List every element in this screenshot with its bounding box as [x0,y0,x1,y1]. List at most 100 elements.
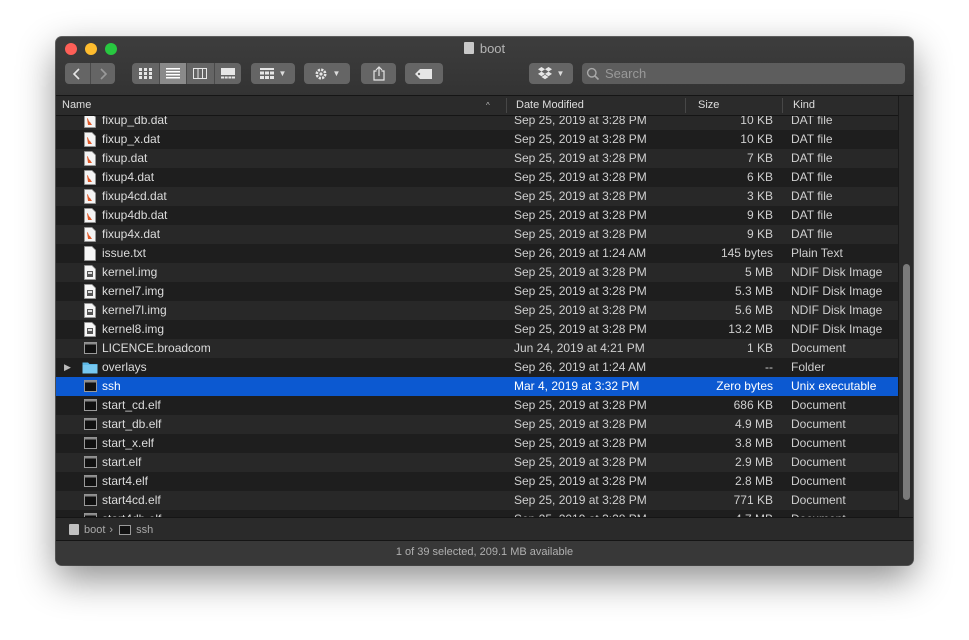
file-kind: Plain Text [791,246,843,260]
file-name: fixup4.dat [102,170,155,184]
file-size: 686 KB [733,398,773,412]
forward-icon [100,67,107,80]
path-root[interactable]: boot [84,524,105,536]
finder-window: boot ▼ ▼ ▼ Search Name ^ Date Modified S… [56,37,913,565]
column-divider[interactable] [685,98,686,113]
file-kind: Document [791,493,846,507]
file-row[interactable]: start4.elf Sep 25, 2019 at 3:28 PM 2.8 MB D… [56,472,899,491]
file-row[interactable]: ssh Mar 4, 2019 at 3:32 PM Zero bytes Unix … [56,377,899,396]
file-name: fixup4x.dat [102,227,161,241]
group-icon [259,68,274,79]
file-kind: Document [791,341,846,355]
share-button[interactable] [361,63,396,84]
file-size: 5.6 MB [734,303,773,317]
disk-icon [463,42,474,54]
file-row[interactable]: start_cd.elf Sep 25, 2019 at 3:28 PM 686 K… [56,396,899,415]
file-row[interactable]: start_x.elf Sep 25, 2019 at 3:28 PM 3.8 MB… [56,434,899,453]
file-size: 10 KB [740,132,773,146]
column-divider[interactable] [506,98,507,113]
action-button[interactable]: ▼ [304,63,350,84]
tag-button[interactable] [405,63,443,84]
file-row[interactable]: kernel8.img Sep 25, 2019 at 3:28 PM 13.2 M… [56,320,899,339]
column-header: Name ^ Date Modified Size Kind [56,96,899,116]
file-row[interactable]: fixup_db.dat Sep 25, 2019 at 3:28 PM 10 KB… [56,116,899,130]
dropbox-button[interactable]: ▼ [529,63,573,84]
file-name: overlays [102,360,147,374]
file-date-modified: Sep 25, 2019 at 3:28 PM [514,116,647,127]
file-kind: DAT file [791,151,833,165]
path-current[interactable]: ssh [136,524,153,536]
window-title: boot [56,41,913,57]
list-view-button[interactable] [159,63,187,84]
file-date-modified: Sep 25, 2019 at 3:28 PM [514,398,647,412]
status-bar: 1 of 39 selected, 209.1 MB available [56,540,913,565]
file-row[interactable]: kernel7.img Sep 25, 2019 at 3:28 PM 5.3 MB… [56,282,899,301]
back-button[interactable] [65,63,91,84]
file-name: ssh [102,379,121,393]
file-row[interactable]: fixup4cd.dat Sep 25, 2019 at 3:28 PM 3 KB D… [56,187,899,206]
file-row[interactable]: start.elf Sep 25, 2019 at 3:28 PM 2.9 MB Do… [56,453,899,472]
icon-view-button[interactable] [132,63,160,84]
group-button[interactable]: ▼ [251,63,295,84]
file-row[interactable]: start4db.elf Sep 25, 2019 at 3:28 PM 4.7 M… [56,510,899,517]
file-size: -- [765,360,773,374]
tag-icon [415,68,432,79]
search-field[interactable]: Search [582,63,905,84]
file-date-modified: Sep 25, 2019 at 3:28 PM [514,284,647,298]
disk-image-icon [84,303,96,318]
file-date-modified: Sep 25, 2019 at 3:28 PM [514,208,647,222]
file-kind: NDIF Disk Image [791,303,883,317]
file-date-modified: Sep 26, 2019 at 1:24 AM [514,246,647,260]
disk-image-icon [84,322,96,337]
file-row[interactable]: kernel.img Sep 25, 2019 at 3:28 PM 5 MB NDI… [56,263,899,282]
text-file-icon [84,246,96,261]
vertical-scrollbar[interactable] [898,96,913,517]
file-size: 771 KB [733,493,773,507]
scrollbar-thumb[interactable] [903,264,910,500]
file-name: start_x.elf [102,436,155,450]
name-column-header[interactable]: Name [62,96,91,115]
executable-icon [84,398,97,413]
date-column-header[interactable]: Date Modified [516,96,584,115]
file-kind: Document [791,474,846,488]
file-row[interactable]: kernel7l.img Sep 25, 2019 at 3:28 PM 5.6 M… [56,301,899,320]
file-size: 9 KB [746,208,773,222]
file-date-modified: Sep 25, 2019 at 3:28 PM [514,303,647,317]
file-row[interactable]: start4cd.elf Sep 25, 2019 at 3:28 PM 771 K… [56,491,899,510]
file-name: fixup_db.dat [102,116,168,127]
file-date-modified: Sep 25, 2019 at 3:28 PM [514,170,647,184]
column-divider[interactable] [782,98,783,113]
file-name: issue.txt [102,246,147,260]
file-row[interactable]: fixup4x.dat Sep 25, 2019 at 3:28 PM 9 KB DA… [56,225,899,244]
file-date-modified: Sep 25, 2019 at 3:28 PM [514,436,647,450]
chevron-down-icon: ▼ [556,69,565,78]
size-column-header[interactable]: Size [698,96,719,115]
gallery-view-button[interactable] [215,63,242,84]
dropbox-icon [537,67,552,80]
file-kind: DAT file [791,116,833,127]
executable-icon [84,379,97,394]
executable-icon [84,417,97,432]
file-row[interactable]: ▶ overlays Sep 26, 2019 at 1:24 AM -- Folder [56,358,899,377]
disclosure-triangle-icon[interactable]: ▶ [64,358,71,377]
file-name: start4.elf [102,474,149,488]
column-view-button[interactable] [187,63,215,84]
file-row[interactable]: fixup4.dat Sep 25, 2019 at 3:28 PM 6 KB DAT… [56,168,899,187]
folder-icon [82,361,98,376]
gallery-view-icon [220,68,235,79]
search-placeholder: Search [605,66,647,81]
file-row[interactable]: fixup_x.dat Sep 25, 2019 at 3:28 PM 10 KB D… [56,130,899,149]
dat-file-icon [84,227,96,242]
file-row[interactable]: fixup4db.dat Sep 25, 2019 at 3:28 PM 9 KB D… [56,206,899,225]
terminal-icon [119,524,132,535]
kind-column-header[interactable]: Kind [793,96,815,115]
file-row[interactable]: LICENCE.broadcom Jun 24, 2019 at 4:21 PM 1… [56,339,899,358]
file-date-modified: Sep 25, 2019 at 3:28 PM [514,132,647,146]
file-row[interactable]: issue.txt Sep 26, 2019 at 1:24 AM 145 byte… [56,244,899,263]
file-kind: DAT file [791,227,833,241]
file-row[interactable]: fixup.dat Sep 25, 2019 at 3:28 PM 7 KB DAT … [56,149,899,168]
file-kind: Document [791,436,846,450]
forward-button[interactable] [91,63,116,84]
file-size: 1 KB [746,341,773,355]
file-row[interactable]: start_db.elf Sep 25, 2019 at 3:28 PM 4.9 M… [56,415,899,434]
